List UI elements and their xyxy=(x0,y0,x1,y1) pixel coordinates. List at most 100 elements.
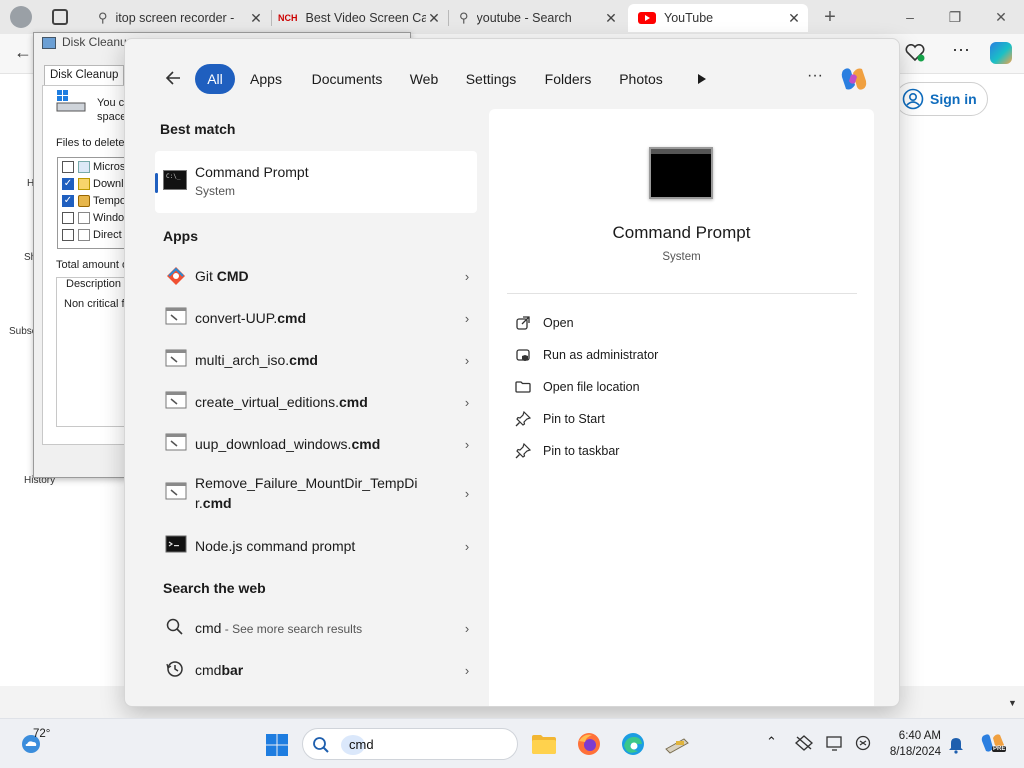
clock-time[interactable]: 6:40 AM xyxy=(893,730,941,742)
checkbox-checked[interactable]: ✓ xyxy=(62,177,74,190)
chevron-right-icon[interactable]: › xyxy=(457,663,477,678)
detail-pane: Command Prompt System Open Run as admini… xyxy=(489,109,874,706)
copilot-taskbar-icon[interactable]: PRE xyxy=(980,732,1007,758)
chevron-right-icon[interactable]: › xyxy=(457,353,477,368)
tab-youtube-search[interactable]: ⚲ youtube - Search ✕ xyxy=(449,4,625,32)
search-the-web-heading: Search the web xyxy=(163,580,266,596)
chevron-right-icon[interactable]: › xyxy=(457,539,477,554)
sign-in-button[interactable]: Sign in xyxy=(895,82,988,116)
app-result-git-cmd[interactable]: Git CMD › xyxy=(155,256,477,296)
close-tab-icon[interactable]: ✕ xyxy=(786,10,802,27)
windows-logo-icon xyxy=(266,734,288,756)
app-result-create-virtual-editions[interactable]: create_virtual_editions.cmd › xyxy=(155,382,477,422)
chevron-up-icon[interactable]: ⌃ xyxy=(766,734,777,750)
filter-documents[interactable]: Documents xyxy=(299,64,395,94)
notification-bell-icon[interactable] xyxy=(948,736,964,754)
command-prompt-large-icon xyxy=(649,147,713,199)
profile-avatar[interactable] xyxy=(10,6,32,28)
filter-apps[interactable]: Apps xyxy=(241,64,291,94)
checkbox-checked[interactable]: ✓ xyxy=(62,194,74,207)
chevron-right-icon[interactable]: › xyxy=(457,486,477,501)
cmd-script-icon xyxy=(165,482,187,504)
more-options-icon[interactable]: ⋯ xyxy=(952,40,970,61)
file-explorer-icon[interactable] xyxy=(531,732,557,756)
action-pin-to-start[interactable]: Pin to Start xyxy=(515,411,605,427)
accessibility-icon[interactable] xyxy=(854,735,872,751)
files-to-delete-label: Files to delete: xyxy=(56,137,128,149)
back-arrow-icon[interactable]: ← xyxy=(14,42,32,63)
checkbox[interactable] xyxy=(62,160,74,173)
chevron-right-icon[interactable]: › xyxy=(457,311,477,326)
chevron-right-icon[interactable]: › xyxy=(457,269,477,284)
new-tab-button[interactable]: + xyxy=(820,7,840,27)
app-result-remove-failure-mountdir[interactable]: Remove_Failure_MountDir_TempDi r.cmd › xyxy=(155,467,477,519)
copilot-icon[interactable] xyxy=(839,65,869,93)
clock-date[interactable]: 8/18/2024 xyxy=(885,746,941,758)
app-result-multi-arch-iso[interactable]: multi_arch_iso.cmd › xyxy=(155,340,477,380)
best-match-item[interactable]: C:\_ Command Prompt System xyxy=(155,151,477,213)
close-window-button[interactable]: ✕ xyxy=(991,7,1011,27)
web-result-cmd[interactable]: cmd - See more search results › xyxy=(155,608,477,648)
play-more-filters-icon[interactable] xyxy=(697,73,707,85)
back-arrow-icon[interactable] xyxy=(163,68,183,88)
app-result-uup-download-windows[interactable]: uup_download_windows.cmd › xyxy=(155,424,477,464)
network-off-icon[interactable] xyxy=(795,735,813,751)
tab-best-video[interactable]: NCH Best Video Screen Ca ✕ xyxy=(272,4,448,32)
action-run-as-administrator[interactable]: Run as administrator xyxy=(515,347,658,363)
copilot-icon[interactable] xyxy=(990,42,1012,64)
terminal-icon xyxy=(165,535,187,557)
checkbox[interactable] xyxy=(62,228,74,241)
tab-disk-cleanup[interactable]: Disk Cleanup xyxy=(44,65,124,85)
account-icon xyxy=(902,88,924,110)
app-result-convert-uup[interactable]: convert-UUP.cmd › xyxy=(155,298,477,338)
cmd-script-icon xyxy=(165,391,187,413)
action-pin-to-taskbar[interactable]: Pin to taskbar xyxy=(515,443,619,459)
app-result-nodejs-command-prompt[interactable]: Node.js command prompt › xyxy=(155,526,477,566)
taskbar-search-box[interactable]: cmd xyxy=(302,728,518,760)
health-icon[interactable] xyxy=(905,44,925,62)
file-icon xyxy=(78,160,90,173)
nch-logo-icon: NCH xyxy=(278,13,298,23)
search-icon xyxy=(312,736,330,754)
filter-photos[interactable]: Photos xyxy=(609,64,673,94)
minimize-button[interactable]: – xyxy=(900,7,920,27)
filter-all[interactable]: All xyxy=(195,64,235,94)
search-input-value[interactable]: cmd xyxy=(349,737,374,752)
start-button[interactable] xyxy=(265,733,289,757)
pin-icon xyxy=(515,411,531,427)
app-pinned-icon[interactable] xyxy=(664,735,690,755)
chevron-right-icon[interactable]: › xyxy=(457,621,477,636)
search-icon: ⚲ xyxy=(459,10,469,25)
chevron-right-icon[interactable]: › xyxy=(457,395,477,410)
cmd-script-icon xyxy=(165,307,187,329)
action-open[interactable]: Open xyxy=(515,315,574,331)
scroll-down-arrow[interactable]: ▼ xyxy=(1008,698,1017,708)
firefox-icon[interactable] xyxy=(576,731,602,757)
display-icon[interactable] xyxy=(826,735,844,751)
windows-search-panel: All Apps Documents Web Settings Folders … xyxy=(124,38,900,707)
action-open-file-location[interactable]: Open file location xyxy=(515,379,640,395)
youtube-icon xyxy=(638,12,656,24)
search-icon xyxy=(165,617,187,639)
chevron-right-icon[interactable]: › xyxy=(457,437,477,452)
command-prompt-icon: C:\_ xyxy=(163,170,187,190)
more-options-icon[interactable]: ··· xyxy=(807,67,823,85)
close-tab-icon[interactable]: ✕ xyxy=(426,10,442,27)
tab-itop-search[interactable]: ⚲ itop screen recorder - ✕ xyxy=(88,4,270,32)
web-result-cmdbar[interactable]: cmdbar › xyxy=(155,650,477,690)
tab-youtube[interactable]: YouTube ✕ xyxy=(628,4,808,32)
shield-admin-icon xyxy=(516,349,530,361)
open-external-icon xyxy=(516,316,530,330)
close-tab-icon[interactable]: ✕ xyxy=(248,10,264,27)
filter-web[interactable]: Web xyxy=(401,64,447,94)
restore-button[interactable]: ❐ xyxy=(945,7,965,27)
tab-actions-icon[interactable] xyxy=(52,9,68,25)
edge-icon[interactable] xyxy=(620,731,646,757)
close-tab-icon[interactable]: ✕ xyxy=(603,10,619,27)
folder-icon xyxy=(515,381,531,393)
checkbox[interactable] xyxy=(62,211,74,224)
filter-settings[interactable]: Settings xyxy=(455,64,527,94)
detail-subtitle: System xyxy=(662,251,701,263)
filter-folders[interactable]: Folders xyxy=(535,64,601,94)
cmd-script-icon xyxy=(165,433,187,455)
